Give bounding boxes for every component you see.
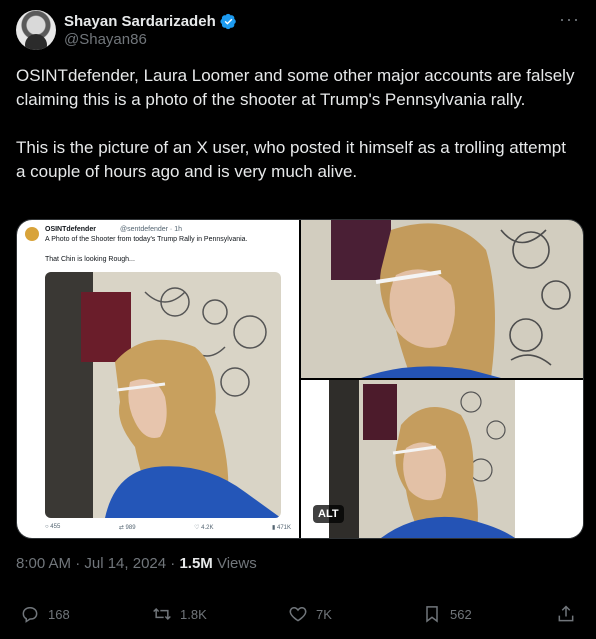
media-grid: OSINTdefender @sentdefender · 1h A Photo… (16, 219, 584, 539)
embedded-author-name: OSINTdefender (45, 226, 96, 233)
author-name-row: Shayan Sardarizadeh (64, 11, 237, 31)
heart-icon (289, 606, 307, 622)
tweet-paragraph: This is the picture of an X user, who po… (16, 138, 566, 181)
more-dots-icon[interactable]: ··· (559, 10, 580, 28)
embedded-post-text: A Photo of the Shooter from today's Trum… (45, 236, 248, 243)
tweet-paragraph: OSINTdefender, Laura Loomer and some oth… (16, 66, 575, 109)
bookmark-count: 562 (450, 606, 472, 622)
bookmark-icon (426, 606, 438, 623)
embedded-reposts: ⇄ 989 (118, 525, 136, 531)
repost-icon (153, 607, 171, 621)
avatar[interactable] (16, 10, 56, 50)
tweet-timestamp: 8:00 AM · Jul 14, 2024 · 1.5M Views (16, 555, 257, 572)
share-button[interactable] (556, 602, 576, 626)
bookmark-button[interactable]: 562 (422, 602, 472, 626)
share-icon (558, 605, 574, 622)
reply-button[interactable]: 168 (20, 602, 70, 626)
media-image-embedded-post[interactable]: OSINTdefender @sentdefender · 1h A Photo… (17, 220, 299, 538)
reply-count: 168 (48, 606, 70, 622)
embedded-likes: ♡ 4.2K (194, 525, 214, 531)
reply-icon (22, 607, 38, 623)
like-count: 7K (316, 606, 332, 622)
action-bar: 168 1.8K 7K 562 (16, 602, 578, 626)
alt-text-badge[interactable]: ALT (313, 505, 344, 523)
embedded-photo (45, 272, 281, 518)
author-handle[interactable]: @Shayan86 (64, 31, 147, 48)
tweet-header: Shayan Sardarizadeh @Shayan86 ··· (16, 10, 580, 52)
verified-badge-icon (220, 13, 236, 29)
embedded-post-text: That Chin is looking Rough... (45, 256, 135, 263)
media-image-photo-top[interactable] (301, 220, 583, 378)
embedded-author-handle: @sentdefender · 1h (120, 226, 182, 233)
views-count: 1.5M (179, 555, 213, 572)
author-display-name[interactable]: Shayan Sardarizadeh (64, 13, 216, 30)
embedded-post-actions: ○ 455 ⇄ 989 ♡ 4.2K ▮ 471K (45, 524, 291, 534)
views-label: Views (212, 555, 257, 572)
embedded-replies: ○ 455 (45, 524, 61, 530)
like-button[interactable]: 7K (288, 602, 332, 626)
embedded-views: ▮ 471K (272, 525, 291, 531)
tweet-text: OSINTdefender, Laura Loomer and some oth… (16, 64, 576, 184)
embedded-avatar (25, 227, 39, 241)
tweet-time[interactable]: 8:00 AM · Jul 14, 2024 · (16, 555, 179, 572)
repost-button[interactable]: 1.8K (152, 602, 207, 626)
repost-count: 1.8K (180, 606, 207, 622)
